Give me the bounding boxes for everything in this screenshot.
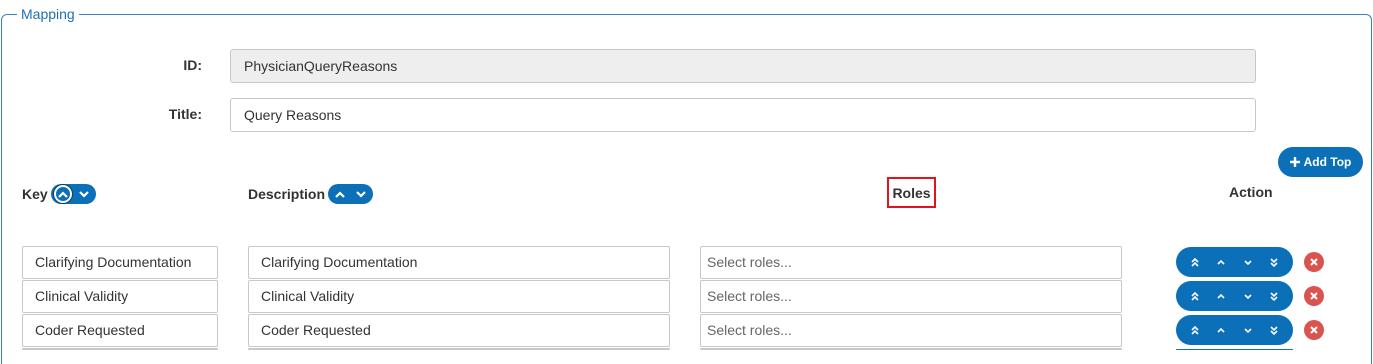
key-column-header: Key (22, 184, 96, 204)
move-up-button[interactable] (1210, 251, 1232, 273)
delete-row-button[interactable] (1304, 320, 1324, 340)
double-chevron-up-icon (1191, 257, 1199, 267)
action-header-label: Action (1229, 184, 1273, 200)
key-sort-controls (50, 184, 96, 204)
plus-icon (1289, 157, 1300, 167)
chevron-down-icon (1244, 293, 1252, 299)
description-input[interactable]: Coder Requested (248, 314, 670, 347)
description-input[interactable]: Clinical Validity (248, 280, 670, 313)
add-top-button[interactable]: Add Top (1278, 147, 1363, 177)
chevron-down-icon (1244, 327, 1252, 333)
chevron-down-icon (1244, 259, 1252, 265)
key-sort-desc-button[interactable] (75, 185, 93, 203)
description-sort-desc-button[interactable] (352, 185, 370, 203)
move-bottom-button[interactable] (1263, 251, 1285, 273)
move-down-button[interactable] (1237, 251, 1259, 273)
move-down-button[interactable] (1237, 319, 1259, 341)
description-column-header: Description (248, 184, 374, 204)
chevron-up-icon (1217, 327, 1225, 333)
chevron-up-icon (57, 190, 68, 198)
chevron-down-icon (78, 190, 89, 198)
description-header-label: Description (248, 186, 326, 202)
chevron-up-icon (1217, 293, 1225, 299)
key-input[interactable]: Clinical Validity (22, 280, 218, 313)
description-input[interactable]: Clarifying Documentation (248, 246, 670, 279)
close-icon (1310, 292, 1318, 300)
roles-select[interactable]: Select roles... (700, 246, 1122, 279)
action-column-header: Action (1229, 184, 1273, 200)
row-action-group (1176, 281, 1293, 311)
id-label: ID: (183, 57, 202, 73)
move-top-button[interactable] (1184, 285, 1206, 307)
move-up-button[interactable] (1210, 319, 1232, 341)
description-sort-asc-button[interactable] (331, 185, 349, 203)
move-down-button[interactable] (1237, 285, 1259, 307)
key-input[interactable]: Coder Requested (22, 314, 218, 347)
roles-select[interactable]: Select roles... (700, 314, 1122, 347)
add-top-label: Add Top (1303, 155, 1352, 169)
fieldset-legend: Mapping (17, 6, 79, 22)
chevron-up-icon (1217, 259, 1225, 265)
move-up-button[interactable] (1210, 285, 1232, 307)
move-bottom-button[interactable] (1263, 285, 1285, 307)
key-sort-asc-button[interactable] (53, 185, 72, 203)
roles-header-label: Roles (892, 184, 931, 201)
double-chevron-down-icon (1270, 325, 1278, 335)
key-header-label: Key (22, 186, 48, 202)
double-chevron-down-icon (1270, 257, 1278, 267)
delete-row-button[interactable] (1304, 286, 1324, 306)
close-icon (1310, 326, 1318, 334)
roles-column-header: Roles (887, 177, 936, 208)
row-action-group (1176, 315, 1293, 345)
move-top-button[interactable] (1184, 319, 1206, 341)
description-sort-controls (328, 184, 374, 204)
key-input[interactable]: Clarifying Documentation (22, 246, 218, 279)
double-chevron-up-icon (1191, 291, 1199, 301)
move-top-button[interactable] (1184, 251, 1206, 273)
roles-select[interactable]: Select roles... (700, 280, 1122, 313)
double-chevron-up-icon (1191, 325, 1199, 335)
close-icon (1310, 258, 1318, 266)
move-bottom-button[interactable] (1263, 319, 1285, 341)
chevron-up-icon (335, 190, 345, 198)
row-action-group (1176, 247, 1293, 277)
delete-row-button[interactable] (1304, 252, 1324, 272)
title-field[interactable]: Query Reasons (230, 98, 1256, 132)
chevron-down-icon (356, 190, 366, 198)
double-chevron-down-icon (1270, 291, 1278, 301)
title-label: Title: (168, 106, 202, 122)
id-field[interactable]: PhysicianQueryReasons (230, 49, 1256, 83)
